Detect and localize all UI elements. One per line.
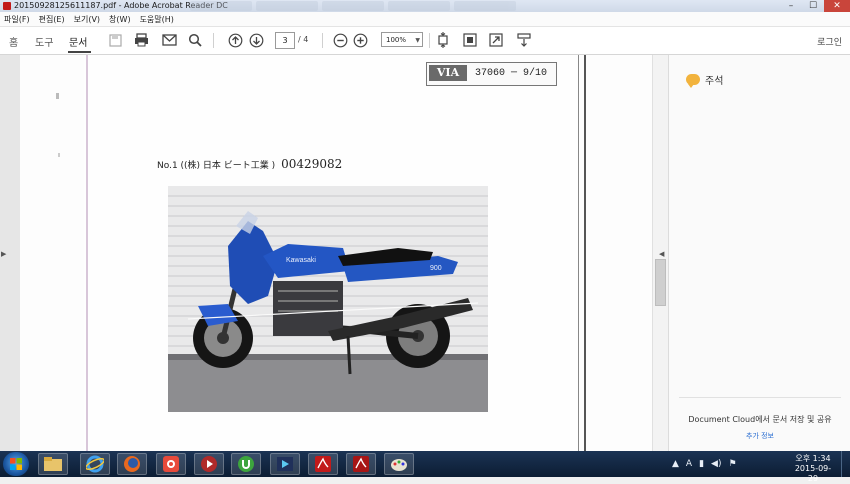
toolbar-separator [322, 33, 323, 48]
active-tab-indicator [68, 51, 91, 53]
show-desktop-button[interactable] [841, 451, 850, 477]
comment-tool[interactable]: 주석 [686, 72, 724, 88]
language-indicator[interactable]: A [686, 459, 692, 469]
screen-recorder-icon[interactable] [156, 453, 186, 475]
page-edge-right [578, 55, 579, 451]
motorcycle-photo: Kawasaki 900 [168, 186, 488, 412]
document-caption: No.1 ((株) 日本 ビート工業 ) 00429082 [157, 157, 342, 171]
photo-model-text: 900 [430, 265, 442, 272]
zoom-out-icon[interactable] [332, 32, 348, 48]
flag-icon[interactable]: ⚑ [728, 459, 736, 469]
handwritten-code: 00429082 [281, 157, 343, 171]
menu-edit[interactable]: 편집(E) [39, 14, 65, 25]
close-button[interactable]: ✕ [824, 0, 850, 12]
comment-icon [686, 74, 700, 88]
tab-home[interactable]: 홈 [9, 34, 18, 49]
scan-mark [56, 93, 59, 99]
page-edge-shadow [584, 55, 586, 451]
divider [679, 397, 841, 398]
right-panel-toggle-icon[interactable]: ◀ [659, 250, 664, 258]
print-icon[interactable] [133, 32, 149, 48]
save-icon[interactable] [107, 32, 123, 48]
photo-brand-text: Kawasaki [286, 257, 316, 264]
volume-icon[interactable]: ◀) [711, 459, 721, 469]
read-mode-icon[interactable] [516, 32, 532, 48]
menu-file[interactable]: 파일(F) [4, 14, 30, 25]
scan-mark [58, 153, 60, 157]
stamp-number: 37060 ─ 9/10 [475, 68, 548, 79]
background-browser-tabs [190, 1, 516, 11]
comment-label: 주석 [705, 76, 724, 87]
caption-text: No.1 ((株) 日本 ビート工業 ) [157, 161, 276, 171]
tray-expand-icon[interactable]: ▲ [672, 459, 679, 469]
taskbar: ▲ A ▮ ◀) ⚑ 오후 1:34 2015-09-29 [0, 451, 850, 483]
menu-bar: 파일(F) 편집(E) 보기(V) 창(W) 도움말(H) [0, 12, 850, 27]
toolbar: 홈 도구 문서 3 / 4 100% ▼ 로그인 [0, 27, 850, 55]
left-panel-toggle-icon[interactable]: ▶ [1, 250, 6, 258]
fit-page-icon[interactable] [435, 32, 451, 48]
tab-tools[interactable]: 도구 [35, 34, 53, 49]
minimize-button[interactable]: – [780, 0, 802, 12]
system-tray: ▲ A ▮ ◀) ⚑ [672, 454, 737, 474]
media-player-icon[interactable] [194, 453, 224, 475]
network-icon[interactable]: ▮ [699, 459, 704, 469]
search-icon[interactable] [187, 32, 203, 48]
page-number-input[interactable]: 3 [275, 32, 295, 49]
file-explorer-icon[interactable] [38, 453, 68, 475]
window-controls: – ☐ ✕ [780, 0, 850, 12]
start-button[interactable] [3, 452, 29, 476]
toolbar-separator [213, 33, 214, 48]
login-link[interactable]: 로그인 [817, 35, 842, 48]
maximize-button[interactable]: ☐ [802, 0, 824, 12]
via-label: VIA [429, 65, 467, 81]
menu-view[interactable]: 보기(V) [74, 14, 100, 25]
scrollbar-thumb[interactable] [655, 259, 666, 306]
fit-width-icon[interactable] [462, 32, 478, 48]
vertical-scrollbar[interactable]: ◀ [652, 55, 668, 451]
clock-date: 2015-09-29 [794, 464, 832, 483]
page-up-icon[interactable] [227, 32, 243, 48]
toolbar-separator [429, 33, 430, 48]
document-area[interactable]: ▶ VIA 37060 ─ 9/10 No.1 ((株) 日本 ビート工業 ) 0… [0, 55, 668, 451]
menu-window[interactable]: 창(W) [109, 14, 131, 25]
right-pane: 주석 Document Cloud에서 문서 저장 및 공유 추가 정보 [668, 55, 850, 451]
zoom-in-icon[interactable] [352, 32, 368, 48]
video-player-icon[interactable] [270, 453, 300, 475]
page-edge-left [86, 55, 88, 451]
tab-document[interactable]: 문서 [69, 34, 87, 49]
title-bar: 20150928125611187.pdf - Adobe Acrobat Re… [0, 0, 850, 12]
menu-help[interactable]: 도움말(H) [140, 14, 174, 25]
page-total: / 4 [298, 35, 309, 44]
paint-icon[interactable] [384, 453, 414, 475]
internet-explorer-icon[interactable] [80, 453, 110, 475]
clock-time: 오후 1:34 [795, 454, 831, 463]
via-stamp: VIA 37060 ─ 9/10 [426, 62, 557, 86]
mail-icon[interactable] [161, 32, 177, 48]
chevron-down-icon: ▼ [415, 37, 420, 44]
windows-logo-icon [10, 458, 22, 470]
acrobat-app-icon [3, 2, 11, 10]
clock[interactable]: 오후 1:34 2015-09-29 [790, 454, 836, 484]
full-screen-icon[interactable] [488, 32, 504, 48]
zoom-value: 100% [386, 36, 407, 44]
cloud-promo-text: Document Cloud에서 문서 저장 및 공유 [688, 415, 832, 424]
page-down-icon[interactable] [248, 32, 264, 48]
zoom-select[interactable]: 100% ▼ [381, 32, 423, 47]
acrobat-reader-icon[interactable] [308, 453, 338, 475]
more-info-link[interactable]: 추가 정보 [669, 431, 850, 441]
acrobat-reader-2-icon[interactable] [346, 453, 376, 475]
firefox-icon[interactable] [117, 453, 147, 475]
utorrent-icon[interactable] [231, 453, 261, 475]
